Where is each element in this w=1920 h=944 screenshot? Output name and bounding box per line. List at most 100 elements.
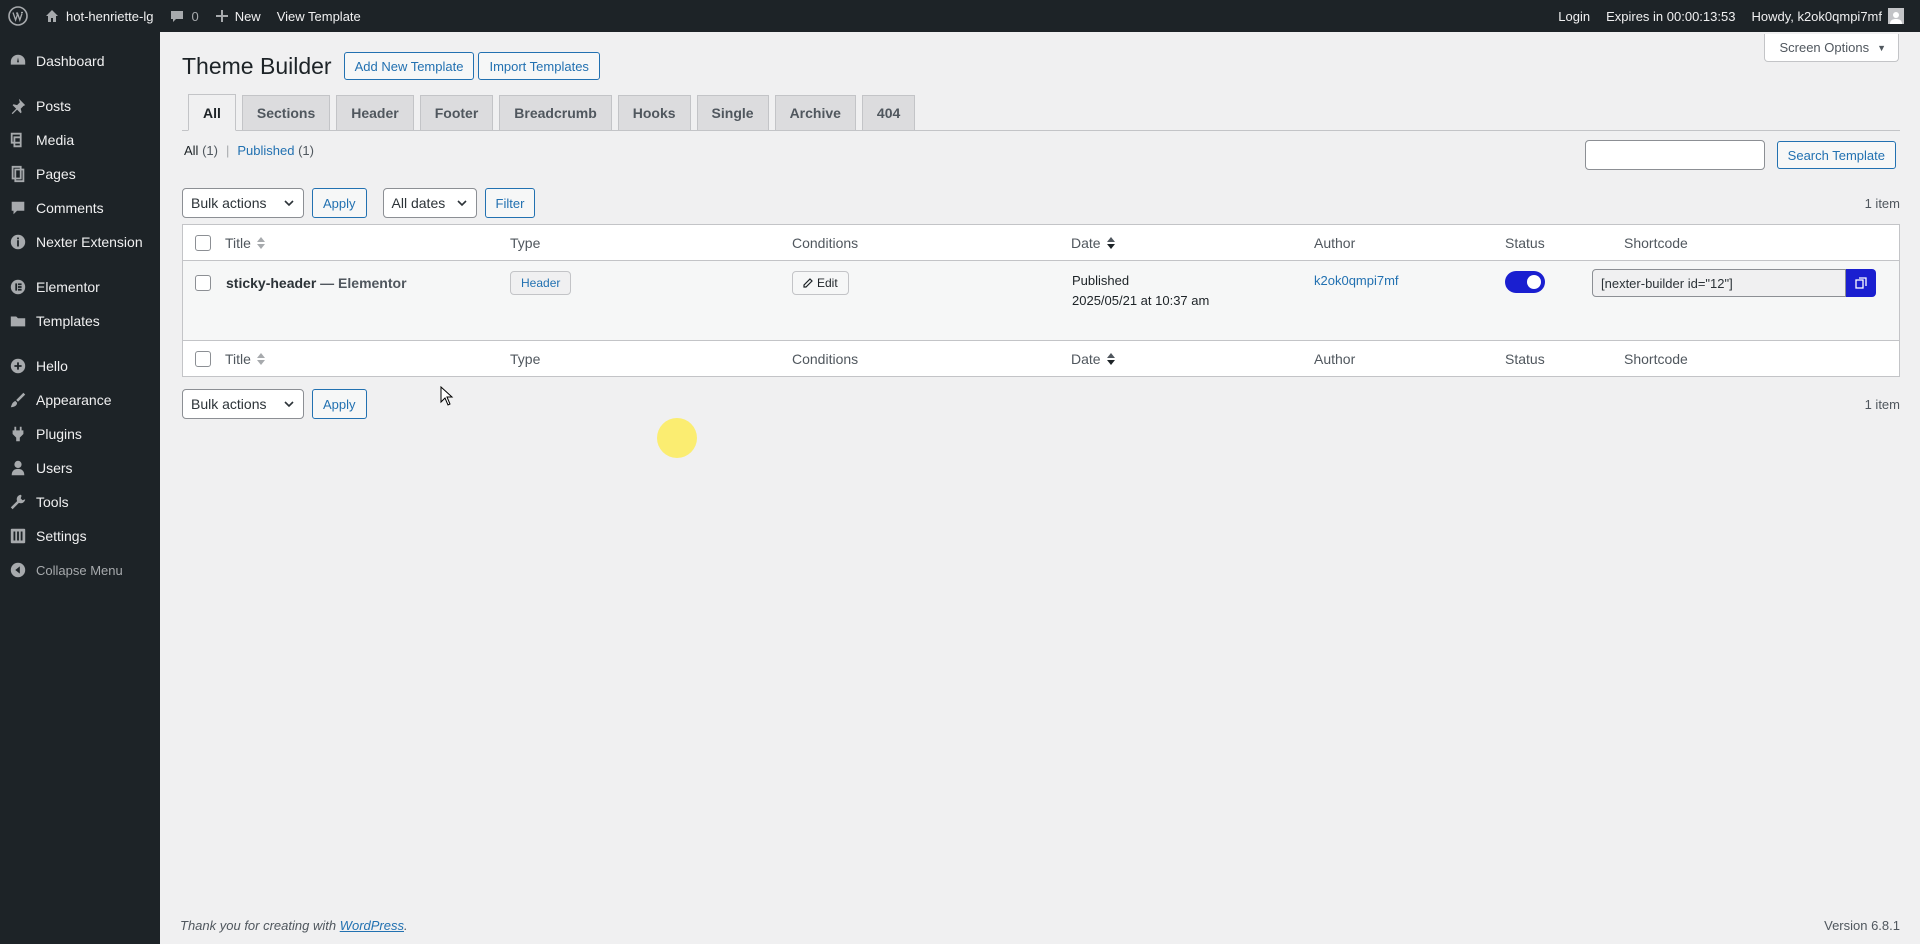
wordpress-logo-icon[interactable]	[0, 0, 36, 32]
column-date-header[interactable]: Date	[1071, 235, 1115, 251]
menu-dashboard[interactable]: Dashboard	[0, 44, 160, 78]
apply-button-bottom[interactable]: Apply	[312, 389, 367, 419]
tab-hooks[interactable]: Hooks	[617, 95, 691, 130]
column-type-label: Type	[510, 350, 541, 367]
menu-pages[interactable]: Pages	[0, 157, 160, 191]
page-header: Theme Builder Add New Template Import Te…	[182, 52, 604, 80]
new-content-link[interactable]: New	[207, 0, 269, 32]
mouse-cursor-icon	[440, 386, 454, 406]
dates-select[interactable]: All dates	[382, 188, 477, 218]
select-all-checkbox-bottom[interactable]	[195, 350, 211, 367]
filter-button[interactable]: Filter	[484, 188, 536, 218]
apply-button[interactable]: Apply	[312, 188, 367, 218]
wordpress-link[interactable]: WordPress	[340, 918, 404, 933]
avatar	[1888, 8, 1904, 24]
table-header-row: Title Type Conditions Date Author Status…	[183, 225, 1899, 261]
shortcode-input[interactable]: [nexter-builder id="12"]	[1592, 269, 1846, 297]
menu-elementor[interactable]: Elementor	[0, 270, 160, 304]
menu-comments[interactable]: Comments	[0, 191, 160, 225]
column-status-label: Status	[1505, 234, 1545, 251]
menu-tools[interactable]: Tools	[0, 485, 160, 519]
tab-breadcrumb[interactable]: Breadcrumb	[499, 95, 612, 130]
menu-label: Users	[36, 460, 73, 476]
info-icon	[8, 232, 28, 252]
collapse-arrow-icon	[8, 560, 28, 580]
row-checkbox[interactable]	[195, 275, 211, 291]
column-title-footer[interactable]: Title	[225, 351, 265, 367]
elementor-icon	[8, 277, 28, 297]
menu-plugins[interactable]: Plugins	[0, 417, 160, 451]
sort-icon	[256, 236, 265, 249]
admin-sidebar: Dashboard Posts Media Pages Comments Nex…	[0, 32, 160, 944]
pin-icon	[8, 96, 28, 116]
type-badge[interactable]: Header	[510, 271, 572, 295]
view-template-link[interactable]: View Template	[269, 0, 369, 32]
menu-appearance[interactable]: Appearance	[0, 383, 160, 417]
search-template-button[interactable]: Search Template	[1776, 141, 1896, 169]
login-link[interactable]: Login	[1550, 0, 1598, 32]
screen-options-button[interactable]: Screen Options ▼	[1764, 34, 1899, 62]
bulk-actions-value: Bulk actions	[191, 396, 267, 412]
tab-archive[interactable]: Archive	[774, 95, 856, 130]
tab-footer[interactable]: Footer	[419, 95, 494, 130]
page-title: Theme Builder	[182, 52, 332, 79]
tab-header[interactable]: Header	[336, 95, 414, 130]
templates-table: Title Type Conditions Date Author Status…	[182, 224, 1900, 377]
footer-thanks: Thank you for creating with WordPress.	[180, 918, 408, 933]
table-row: sticky-header — Elementor Header Edit Pu…	[183, 261, 1899, 340]
menu-media[interactable]: Media	[0, 123, 160, 157]
column-type-label: Type	[510, 234, 541, 251]
triangle-down-icon: ▼	[1877, 42, 1886, 53]
footer-thanks-text: Thank you for creating with	[180, 918, 337, 933]
menu-nexter-extension[interactable]: Nexter Extension	[0, 225, 160, 259]
tab-all[interactable]: All	[188, 94, 236, 131]
tab-404[interactable]: 404	[861, 95, 916, 130]
menu-label: Plugins	[36, 426, 82, 442]
author-link[interactable]: k2ok0qmpi7mf	[1314, 273, 1399, 288]
status-toggle[interactable]	[1505, 271, 1545, 293]
menu-label: Settings	[36, 528, 87, 544]
select-all-checkbox[interactable]	[195, 234, 211, 251]
menu-hello[interactable]: Hello	[0, 349, 160, 383]
row-title: sticky-header	[226, 275, 317, 291]
folder-icon	[8, 311, 28, 331]
admin-footer: Thank you for creating with WordPress. V…	[180, 918, 1900, 933]
sort-icon	[1106, 236, 1115, 249]
account-menu[interactable]: Howdy, k2ok0qmpi7mf	[1743, 0, 1912, 32]
search-input[interactable]	[1584, 140, 1765, 170]
import-templates-button[interactable]: Import Templates	[478, 52, 600, 80]
menu-settings[interactable]: Settings	[0, 519, 160, 553]
menu-posts[interactable]: Posts	[0, 89, 160, 123]
column-status-header: Status	[1505, 235, 1545, 251]
menu-users[interactable]: Users	[0, 451, 160, 485]
copy-shortcode-button[interactable]	[1846, 269, 1876, 297]
column-author-header: Author	[1314, 235, 1355, 251]
column-conditions-header: Conditions	[792, 235, 858, 251]
column-date-footer[interactable]: Date	[1071, 351, 1115, 367]
bulk-actions-select-bottom[interactable]: Bulk actions	[182, 389, 304, 419]
site-name-link[interactable]: hot-henriette-lg	[36, 0, 161, 32]
menu-label: Posts	[36, 98, 72, 114]
collapse-menu-button[interactable]: Collapse Menu	[0, 553, 160, 587]
tab-sections[interactable]: Sections	[241, 95, 331, 130]
edit-conditions-label: Edit	[817, 276, 838, 290]
row-title-link[interactable]: sticky-header — Elementor	[226, 275, 407, 291]
menu-templates[interactable]: Templates	[0, 304, 160, 338]
menu-label: Templates	[36, 313, 100, 329]
column-shortcode-label: Shortcode	[1624, 234, 1688, 251]
comments-link[interactable]: 0	[161, 0, 206, 32]
collapse-label: Collapse Menu	[36, 562, 123, 578]
column-status-footer: Status	[1505, 351, 1545, 367]
tab-single[interactable]: Single	[696, 95, 769, 130]
add-new-template-button[interactable]: Add New Template	[343, 52, 475, 80]
menu-label: Nexter Extension	[36, 234, 143, 250]
view-published-link[interactable]: Published (1)	[237, 143, 314, 158]
menu-label: Pages	[36, 166, 76, 182]
column-title-header[interactable]: Title	[225, 235, 265, 251]
column-shortcode-footer: Shortcode	[1624, 351, 1688, 367]
comments-count: 0	[191, 8, 199, 24]
howdy-label: Howdy, k2ok0qmpi7mf	[1751, 8, 1882, 24]
edit-conditions-button[interactable]: Edit	[792, 271, 849, 295]
bulk-actions-select[interactable]: Bulk actions	[182, 188, 304, 218]
view-all-link[interactable]: All (1)	[184, 143, 218, 158]
